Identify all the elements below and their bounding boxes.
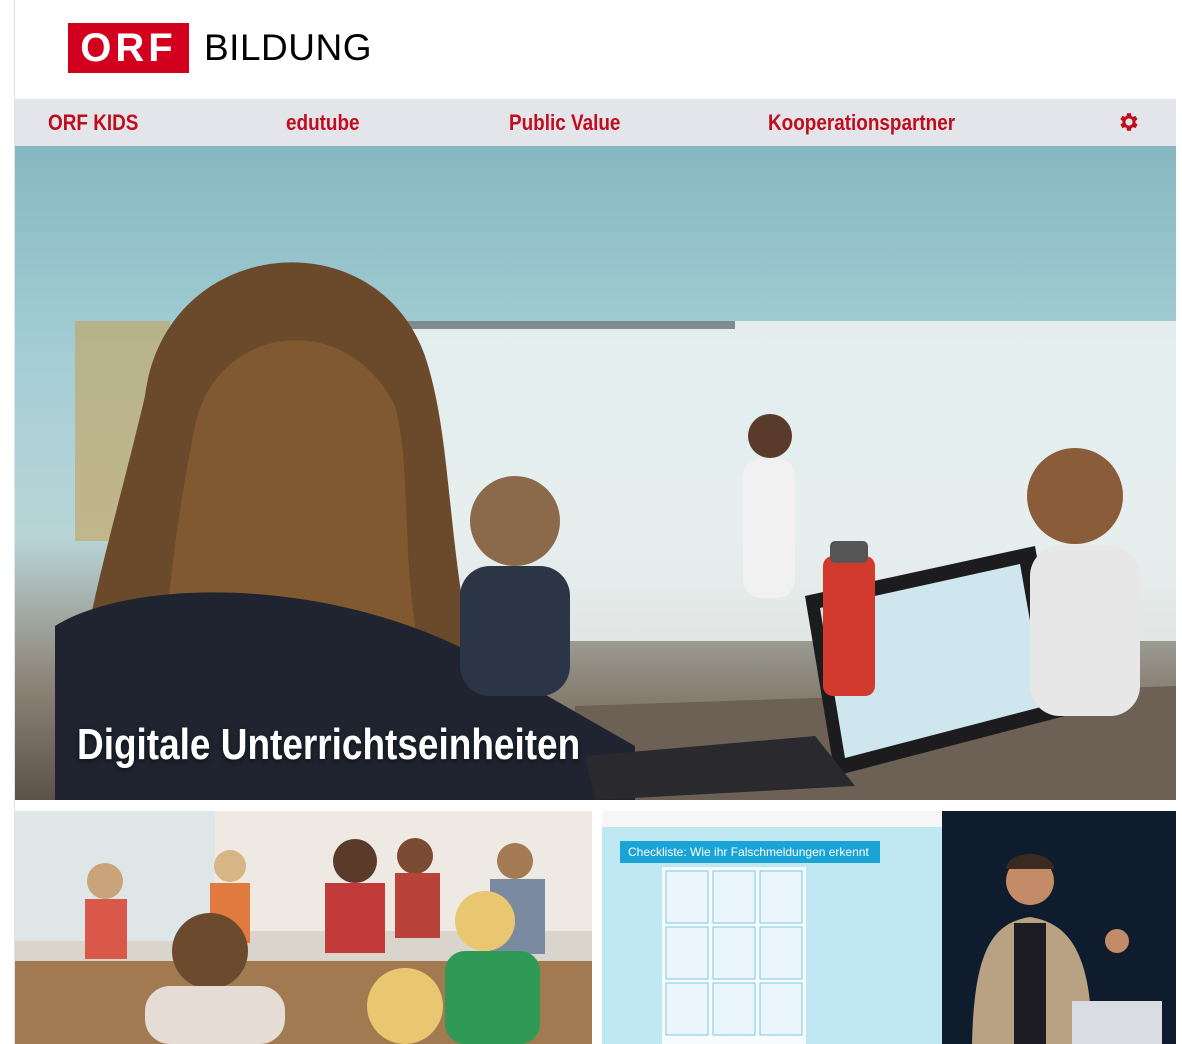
hero-title[interactable]: Digitale Unterrichtseinheiten: [77, 720, 580, 770]
hero-teaser[interactable]: Digitale Unterrichtseinheiten: [15, 146, 1176, 800]
hero-photo: [55, 262, 1176, 800]
main-nav: ORF KIDS edutube Public Value Kooperatio…: [15, 99, 1176, 146]
teaser-tile-falschmeldungen[interactable]: Checkliste: Wie ihr Falschmeldungen erke…: [602, 811, 1176, 1044]
classroom-photo: [15, 811, 592, 1044]
teaser-tile-classroom[interactable]: [15, 811, 592, 1044]
bildung-logo-word: BILDUNG: [204, 27, 372, 68]
nav-item-edutube[interactable]: edutube: [286, 99, 360, 146]
presenter-area: [942, 811, 1176, 1044]
orf-logo-box: ORF: [68, 23, 189, 73]
presenter-photo: [972, 854, 1162, 1044]
nav-item-public-value[interactable]: Public Value: [509, 99, 620, 146]
nav-item-kooperationspartner[interactable]: Kooperationspartner: [768, 99, 955, 146]
checklist-banner: Checkliste: Wie ihr Falschmeldungen erke…: [620, 841, 880, 863]
gear-icon[interactable]: [1116, 110, 1140, 134]
nav-item-orf-kids[interactable]: ORF KIDS: [48, 99, 138, 146]
orf-bildung-logo[interactable]: ORF BILDUNG: [68, 23, 372, 73]
site-header: ORF BILDUNG: [0, 0, 1182, 99]
